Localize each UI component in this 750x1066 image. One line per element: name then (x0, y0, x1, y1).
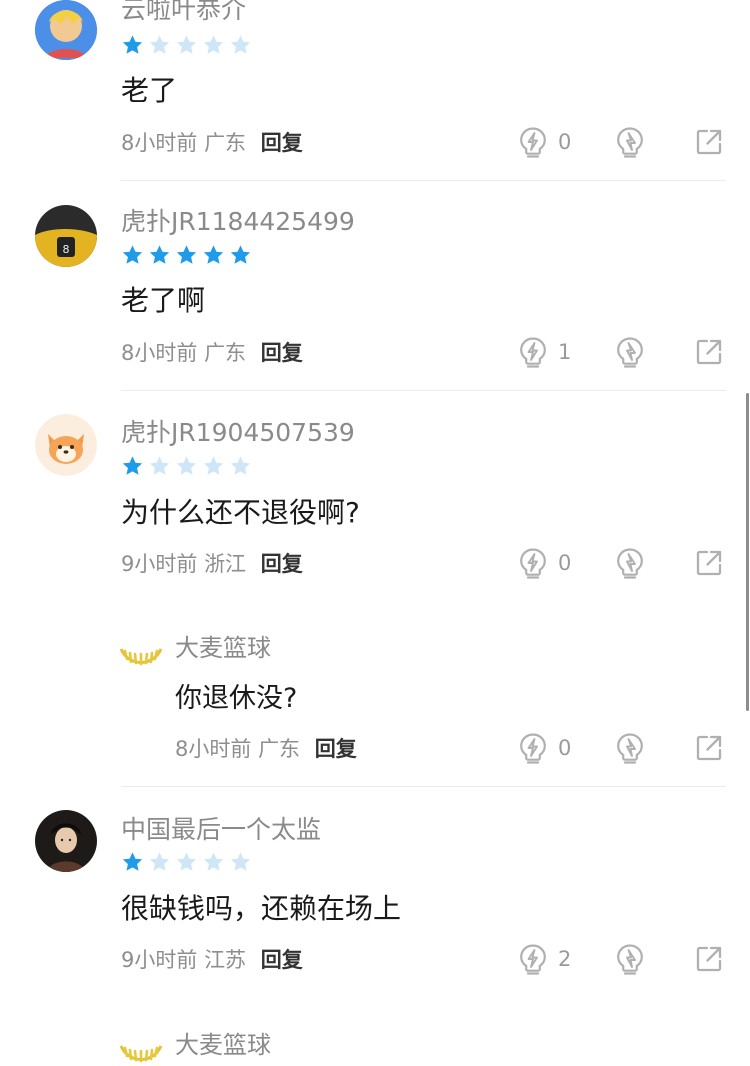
avatar[interactable] (35, 414, 97, 476)
like-button[interactable]: 1 (516, 335, 571, 369)
reply-text: 你退休没? (175, 683, 298, 714)
star-icon (202, 244, 225, 266)
divider (121, 786, 726, 787)
divider (121, 390, 726, 391)
star-icon (148, 34, 171, 56)
wheat-logo-icon[interactable] (119, 643, 163, 669)
star-icon (148, 455, 171, 477)
svg-text:8: 8 (63, 243, 70, 256)
star-icon (229, 455, 252, 477)
like-count: 0 (558, 551, 572, 575)
like-button[interactable]: 2 (516, 942, 571, 976)
star-icon (175, 455, 198, 477)
star-icon (121, 244, 144, 266)
star-icon (229, 244, 252, 266)
dislike-lightning-icon[interactable] (613, 942, 647, 976)
star-icon (175, 34, 198, 56)
star-icon (202, 34, 225, 56)
wheat-logo-icon[interactable] (119, 1040, 163, 1066)
like-count: 0 (558, 736, 572, 760)
comment-meta: 9小时前 江苏 回复 (121, 947, 303, 973)
star-rating (121, 244, 252, 266)
comment-meta: 9小时前 浙江 回复 (121, 551, 303, 577)
dislike-lightning-icon[interactable] (613, 731, 647, 765)
username[interactable]: 虎扑JR1184425499 (121, 207, 355, 237)
reply-button[interactable]: 回复 (315, 737, 357, 761)
star-rating (121, 34, 252, 56)
like-lightning-icon (516, 942, 550, 976)
star-icon (148, 851, 171, 873)
comment-location: 江苏 (204, 948, 247, 972)
star-icon (175, 244, 198, 266)
star-rating (121, 455, 252, 477)
comment-location: 广东 (204, 341, 247, 365)
comment-actions: 0 (516, 125, 728, 159)
comment-time: 9小时前 (121, 948, 198, 972)
comment-time: 9小时前 (121, 552, 198, 576)
dislike-lightning-icon[interactable] (613, 125, 647, 159)
comment-meta: 8小时前 广东 回复 (121, 130, 303, 156)
share-icon[interactable] (694, 548, 724, 578)
dislike-lightning-icon[interactable] (613, 335, 647, 369)
comment-text: 为什么还不退役啊? (121, 496, 360, 529)
divider (121, 180, 726, 181)
star-icon (229, 34, 252, 56)
like-count: 2 (558, 947, 572, 971)
like-lightning-icon (516, 546, 550, 580)
star-icon (175, 851, 198, 873)
username[interactable]: 中国最后一个太监 (121, 815, 321, 845)
reply-button[interactable]: 回复 (261, 341, 303, 365)
like-button[interactable]: 0 (516, 731, 571, 765)
username[interactable]: 云啦叶恭介 (121, 0, 246, 25)
reply-button[interactable]: 回复 (261, 552, 303, 576)
avatar[interactable] (35, 0, 97, 60)
star-icon (202, 851, 225, 873)
comment-actions: 1 (516, 335, 728, 369)
reply-username[interactable]: 大麦篮球 (175, 633, 271, 663)
comment-time: 8小时前 (121, 341, 198, 365)
comment-location: 浙江 (204, 552, 247, 576)
star-icon (121, 455, 144, 477)
comment-actions: 0 (516, 546, 728, 580)
star-icon (121, 851, 144, 873)
reply-button[interactable]: 回复 (261, 131, 303, 155)
avatar[interactable]: 8 (35, 205, 97, 267)
like-lightning-icon (516, 731, 550, 765)
comment-location: 广东 (204, 131, 247, 155)
like-count: 1 (558, 340, 572, 364)
share-icon[interactable] (694, 944, 724, 974)
avatar[interactable] (35, 810, 97, 872)
share-icon[interactable] (694, 733, 724, 763)
scrollbar[interactable] (746, 393, 749, 711)
reply-meta: 8小时前 广东 回复 (175, 736, 357, 762)
like-button[interactable]: 0 (516, 546, 571, 580)
star-icon (229, 851, 252, 873)
star-icon (148, 244, 171, 266)
reply-location: 广东 (258, 737, 301, 761)
reply-username[interactable]: 大麦篮球 (175, 1030, 271, 1060)
star-rating (121, 851, 252, 873)
comment-text: 很缺钱吗，还赖在场上 (121, 892, 402, 925)
comment-time: 8小时前 (121, 131, 198, 155)
star-icon (202, 455, 225, 477)
like-button[interactable]: 0 (516, 125, 571, 159)
dislike-lightning-icon[interactable] (613, 546, 647, 580)
like-lightning-icon (516, 125, 550, 159)
like-count: 0 (558, 130, 572, 154)
like-lightning-icon (516, 335, 550, 369)
comment-actions: 2 (516, 942, 728, 976)
star-icon (121, 34, 144, 56)
share-icon[interactable] (694, 337, 724, 367)
reply-time: 8小时前 (175, 737, 252, 761)
comment-text: 老了啊 (121, 284, 206, 317)
reply-button[interactable]: 回复 (261, 948, 303, 972)
share-icon[interactable] (694, 127, 724, 157)
comment-meta: 8小时前 广东 回复 (121, 340, 303, 366)
comment-text: 老了 (121, 74, 178, 107)
reply-actions: 0 (516, 731, 728, 765)
username[interactable]: 虎扑JR1904507539 (121, 418, 355, 448)
